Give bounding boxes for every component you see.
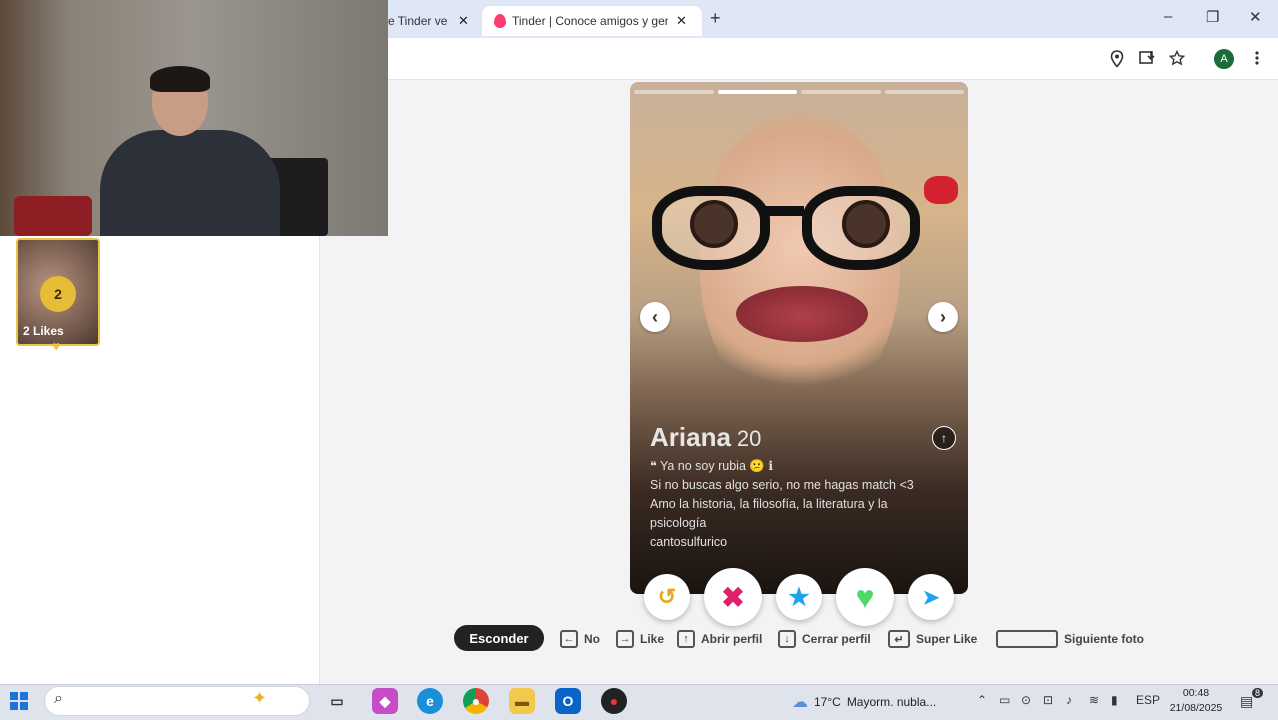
glasses-filter [652,176,958,272]
edge-icon[interactable]: e [417,688,443,714]
up-key-icon: ↑ [677,630,695,648]
location-icon[interactable] [1110,50,1124,68]
tinder-flame-icon [494,14,506,28]
copilot-sparkle-icon[interactable]: ✦ [252,688,267,709]
weather-widget[interactable]: ☁ 17°C Mayorm. nubla... [792,692,936,712]
app-icon[interactable]: ● [601,688,627,714]
volume-icon[interactable]: ♪ [1066,693,1072,707]
down-key-icon: ↓ [778,630,796,648]
super-like-button[interactable]: ★ [776,574,822,620]
nope-button[interactable]: ✖ [704,568,762,626]
battery-icon[interactable]: ▮ [1111,693,1118,707]
tray-chevron-icon[interactable]: ⌃ [977,693,987,707]
shortcut-like: → Like [616,630,664,648]
tray-device-icon[interactable]: ▭ [999,693,1010,707]
space-key-icon [996,630,1058,648]
profile-card[interactable]: ‹ › ↑ Ariana 20 ❝ Ya no soy rubia 😕 ℹ Si … [630,82,968,594]
minimize-button[interactable]: – [1164,8,1172,25]
webcam-overlay [0,0,388,236]
language-indicator[interactable]: ESP [1136,693,1160,707]
wifi-icon[interactable]: ≋ [1089,693,1099,707]
bio-line: ❝ Ya no soy rubia 😕 ℹ [650,459,774,473]
restore-button[interactable]: ❐ [1206,8,1219,26]
right-key-icon: → [616,630,634,648]
profile-info: Ariana 20 ❝ Ya no soy rubia 😕 ℹ Si no bus… [650,422,950,552]
photo-progress-segment [801,90,881,94]
profile-name: Ariana [650,422,731,452]
lips-filter [736,286,868,342]
tab-previous-label: e Tinder ve [388,14,448,28]
photo-progress-segment [634,90,714,94]
task-view-icon[interactable]: ▭ [324,688,350,714]
tray-app-icon[interactable]: ⊙ [1021,693,1031,707]
tab-tinder[interactable]: Tinder | Conoce amigos y gente ✕ [482,6,702,36]
tray-security-icon[interactable]: ⊡ [1043,693,1053,707]
outlook-icon[interactable]: O [555,688,581,714]
tab-tinder-close-icon[interactable]: ✕ [676,13,687,29]
profile-bio: ❝ Ya no soy rubia 😕 ℹ Si no buscas algo … [650,457,950,552]
webcam-person [100,66,280,236]
shortcut-no: ← No [560,630,600,648]
tab-previous-close-icon[interactable]: ✕ [458,13,469,29]
photo-progress-segment [884,90,964,94]
weather-temp: 17°C [814,695,841,709]
shortcut-close-profile: ↓ Cerrar perfil [778,630,871,648]
screen: e Tinder ve ✕ Tinder | Conoce amigos y g… [0,0,1278,720]
profile-age: 20 [736,426,762,451]
bio-line: Si no buscas algo serio, no me hagas mat… [650,478,914,492]
likes-count-badge: 2 [40,276,76,312]
likes-label: 2 Likes [23,324,64,338]
clock[interactable]: 00:48 21/08/2025 [1166,686,1226,716]
menu-kebab-icon[interactable] [1254,50,1260,66]
hide-shortcuts-button[interactable]: Esconder [454,625,544,651]
likes-card[interactable]: 2 2 Likes [16,238,100,346]
weather-text: Mayorm. nubla... [846,695,937,709]
notifications-icon[interactable]: ▤ [1240,693,1253,710]
taskbar-search-input[interactable] [44,686,310,716]
previous-photo-button[interactable]: ‹ [640,302,670,332]
photo-progress [634,90,964,94]
profile-avatar[interactable]: A [1214,49,1234,69]
search-icon: ⌕ [54,690,63,707]
chrome-icon[interactable]: ● [463,688,489,714]
bio-line: Amo la historia, la filosofía, la litera… [650,497,888,511]
install-icon[interactable] [1139,50,1155,66]
windows-start-icon[interactable] [10,692,28,710]
shortcut-open-profile: ↑ Abrir perfil [677,630,762,648]
file-explorer-icon[interactable]: ▬ [509,688,535,714]
next-photo-button[interactable]: › [928,302,958,332]
action-buttons: ↺ ✖ ★ ♥ ➤ [630,568,968,628]
shortcut-next-photo: Siguiente foto [996,630,1144,648]
notification-count: 8 [1252,688,1264,698]
like-button[interactable]: ♥ [836,568,894,626]
rewind-button[interactable]: ↺ [644,574,690,620]
photo-progress-segment [717,90,797,94]
tab-previous[interactable]: e Tinder ve ✕ [388,6,480,36]
enter-key-icon: ↵ [888,630,910,648]
new-tab-button[interactable]: + [710,8,721,29]
bio-line: cantosulfurico [650,535,728,549]
boost-button[interactable]: ➤ [908,574,954,620]
webcam-red-chair [14,196,92,236]
shortcut-super-like: ↵ Super Like [888,630,977,648]
window-close-button[interactable]: ✕ [1249,8,1262,26]
bio-line: psicología [650,516,707,530]
tab-tinder-label: Tinder | Conoce amigos y gente [512,14,668,28]
bookmark-star-icon[interactable] [1169,50,1185,66]
cloud-icon: ☁ [792,694,808,711]
left-key-icon: ← [560,630,578,648]
gold-heart-icon: ♥ [52,338,61,354]
copilot-app-icon[interactable]: ◆ [372,688,398,714]
